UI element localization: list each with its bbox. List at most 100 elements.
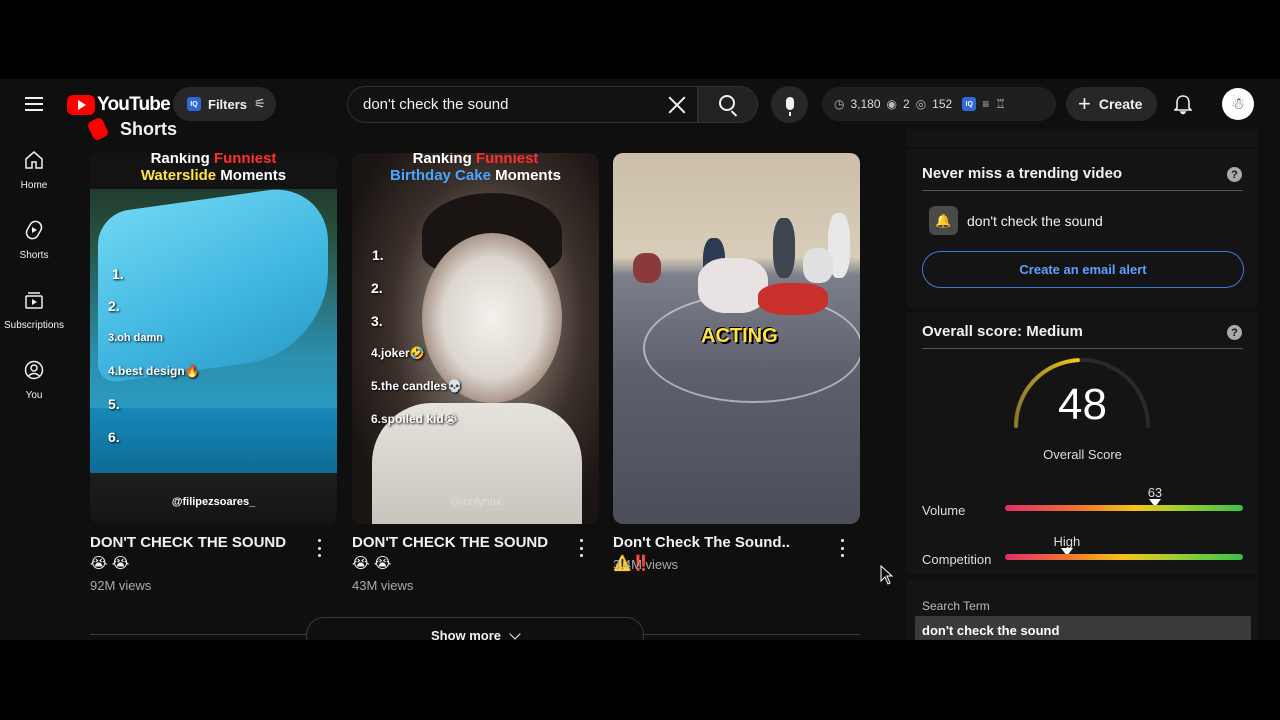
search-input[interactable]: [363, 96, 653, 113]
eye-outline-icon: ◎: [915, 97, 927, 111]
trending-title: Never miss a trending video: [922, 165, 1123, 182]
short-views: 43M views: [352, 578, 414, 593]
help-icon[interactable]: ?: [1227, 325, 1242, 340]
menu-icon[interactable]: [14, 84, 54, 124]
nav-label: Shorts: [19, 250, 49, 261]
overall-score-card: Overall score: Medium ? 48 Overall Score…: [907, 312, 1258, 574]
list-icon[interactable]: ≡: [982, 97, 989, 111]
nav-item-subscriptions[interactable]: Subscriptions: [0, 275, 68, 345]
left-nav: Home Shorts Subscriptions You: [0, 135, 68, 415]
create-label: Create: [1098, 96, 1143, 112]
nav-label: You: [25, 390, 43, 401]
trending-alert-card: Never miss a trending video ? 🔔 don't ch…: [907, 149, 1258, 307]
person-image: [803, 248, 833, 283]
more-options-icon[interactable]: [835, 539, 849, 557]
nav-item-home[interactable]: Home: [0, 135, 68, 205]
stat-other: 152: [932, 97, 953, 111]
nav-label: Home: [20, 180, 48, 191]
help-icon[interactable]: ?: [1227, 167, 1242, 182]
search-term-label: Search Term: [922, 599, 990, 613]
short-card[interactable]: Ranking Funniest Waterslide Moments 1. 2…: [90, 153, 337, 593]
volume-label: Volume: [922, 503, 966, 518]
stat-watching: 2: [903, 97, 910, 111]
plus-icon: +: [1078, 91, 1091, 116]
top-bar: YouTube IQ Filters ⚟ ◷ 3,180 ◉ 2 ◎ 152 I…: [0, 79, 1280, 129]
shorts-icon: [22, 219, 46, 241]
short-title[interactable]: DON'T CHECK THE SOUND 😭 😭: [90, 532, 300, 574]
avatar[interactable]: ☃: [1222, 88, 1254, 120]
vidiq-icon[interactable]: IQ: [962, 97, 977, 111]
rank-line: 2.: [108, 298, 120, 314]
shorts-heading: Shorts: [120, 118, 178, 139]
create-button[interactable]: + Create: [1066, 87, 1157, 121]
short-thumbnail[interactable]: ACTING: [613, 153, 860, 524]
short-card[interactable]: Ranking Funniest Birthday Cake Moments 1…: [352, 153, 599, 593]
search-button[interactable]: [698, 86, 758, 123]
alert-term: don't check the sound: [967, 212, 1103, 229]
score-title: Overall score: Medium: [922, 323, 1083, 340]
stat-views: 3,180: [850, 97, 881, 111]
volume-value: 63: [1147, 485, 1163, 500]
nav-item-shorts[interactable]: Shorts: [0, 205, 68, 275]
creator-handle: @filipezsoares_: [171, 496, 256, 508]
mouse-cursor-icon: [880, 565, 894, 585]
search-term-field[interactable]: don't check the sound: [915, 616, 1251, 640]
trophy-icon[interactable]: ♖: [995, 97, 1006, 111]
waterslide-image: [98, 181, 328, 385]
youtube-play-icon: [67, 95, 95, 115]
person-image: [773, 218, 795, 278]
shorts-section-header: Shorts: [86, 116, 178, 142]
thumbnail-caption: Ranking Funniest Waterslide Moments: [140, 153, 287, 184]
sliders-icon: ⚟: [254, 96, 266, 111]
search-term-card: Search Term don't check the sound: [907, 579, 1258, 640]
wrestler-image: [758, 283, 828, 315]
shorts-logo-icon: [86, 116, 110, 142]
nav-item-you[interactable]: You: [0, 345, 68, 415]
youtube-app: YouTube IQ Filters ⚟ ◷ 3,180 ◉ 2 ◎ 152 I…: [0, 79, 1280, 640]
pool-image: [90, 408, 337, 473]
title-rule: [922, 348, 1243, 349]
competition-label: Competition: [922, 552, 992, 567]
bell-icon: 🔔: [929, 206, 958, 235]
panel-top-strip: [907, 129, 1258, 147]
short-title[interactable]: DON'T CHECK THE SOUND 😭 😭: [352, 532, 562, 574]
filters-button[interactable]: IQ Filters ⚟: [173, 87, 276, 121]
clear-search-icon[interactable]: [665, 93, 689, 117]
more-options-icon[interactable]: [312, 539, 326, 557]
short-views: 92M views: [90, 578, 152, 593]
show-more-button[interactable]: Show more: [306, 617, 644, 640]
short-card[interactable]: ACTING Don't Check The Sound.. ⚠️‼️ 3.4M…: [613, 153, 860, 572]
eye-icon: ◉: [886, 97, 897, 111]
show-more-label: Show more: [430, 628, 502, 640]
search-icon: [718, 95, 735, 111]
clock-icon: ◷: [834, 97, 845, 111]
cake-face-image: [422, 233, 562, 403]
person-image: [633, 253, 661, 283]
microphone-icon: [785, 96, 794, 116]
subscriptions-icon: [22, 289, 46, 311]
rank-line: 3.: [371, 313, 383, 329]
short-thumbnail[interactable]: Ranking Funniest Birthday Cake Moments 1…: [352, 153, 599, 524]
nav-label: Subscriptions: [3, 320, 65, 331]
rank-line: 3.oh damn: [108, 332, 164, 344]
filters-label: Filters: [208, 96, 248, 112]
more-options-icon[interactable]: [574, 539, 588, 557]
rank-line: 5.: [108, 396, 120, 412]
overall-score-value: 48: [1058, 380, 1107, 429]
youtube-logo[interactable]: YouTube: [67, 94, 171, 116]
rank-line: 5.the candles💀: [371, 379, 462, 393]
rank-line: 4.joker🤣: [371, 346, 425, 360]
title-rule: [922, 190, 1243, 191]
voice-search-button[interactable]: [771, 86, 808, 123]
create-email-alert-button[interactable]: Create an email alert: [922, 251, 1244, 288]
short-thumbnail[interactable]: Ranking Funniest Waterslide Moments 1. 2…: [90, 153, 337, 524]
overall-score-label: Overall Score: [1043, 447, 1122, 462]
notifications-bell-icon[interactable]: [1170, 92, 1196, 118]
volume-bar: [1005, 505, 1243, 511]
home-icon: [22, 149, 46, 171]
competition-value: High: [1053, 534, 1081, 549]
short-views: 3.4M views: [613, 557, 679, 572]
rank-line: 1.: [372, 247, 384, 263]
vidiq-stats-bar[interactable]: ◷ 3,180 ◉ 2 ◎ 152 IQ ≡ ♖: [822, 87, 1056, 121]
wrestler-image: [698, 258, 768, 313]
